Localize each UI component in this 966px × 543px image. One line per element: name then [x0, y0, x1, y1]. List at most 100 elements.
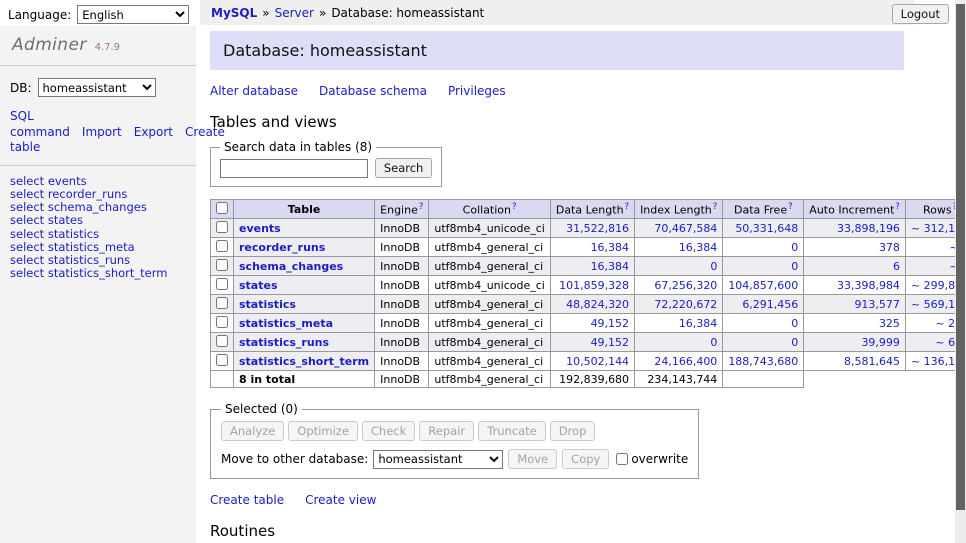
operation-button[interactable]: Check [362, 421, 415, 441]
data-length-link[interactable]: 48,824,320 [566, 298, 629, 311]
sidebar-action-link[interactable]: Export [134, 125, 173, 139]
language-select[interactable]: English [77, 5, 189, 24]
row-checkbox[interactable] [216, 297, 228, 309]
data-length-link[interactable]: 31,522,816 [566, 222, 629, 235]
row-checkbox[interactable] [216, 335, 228, 347]
index-length-link[interactable]: 70,467,584 [654, 222, 717, 235]
table-name-link[interactable]: statistics [239, 298, 296, 311]
vertical-scrollbar[interactable] [955, 0, 966, 543]
data-length-link[interactable]: 16,384 [591, 260, 630, 273]
select-data-link[interactable]: select [10, 253, 44, 267]
table-name-link[interactable]: statistics_short_term [239, 355, 369, 368]
data-free-link[interactable]: 0 [791, 241, 798, 254]
row-checkbox[interactable] [216, 259, 228, 271]
data-length-link[interactable]: 10,502,144 [566, 355, 629, 368]
table-name-link[interactable]: statistics_runs [239, 336, 329, 349]
table-structure-link[interactable]: recorder_runs [48, 187, 128, 201]
auto-increment-link[interactable]: 325 [879, 317, 900, 330]
row-checkbox[interactable] [216, 240, 228, 252]
operation-button[interactable]: Repair [419, 421, 474, 441]
auto-increment-link[interactable]: 6 [893, 260, 900, 273]
data-free-link[interactable]: 0 [791, 336, 798, 349]
auto-increment-link[interactable]: 33,398,984 [837, 279, 900, 292]
search-button[interactable]: Search [375, 158, 433, 178]
auto-increment-link[interactable]: 39,999 [861, 336, 900, 349]
operation-button[interactable]: Truncate [478, 421, 546, 441]
help-link[interactable]: ? [895, 202, 900, 212]
column-header-collation: Collation? [429, 200, 550, 219]
table-name-link[interactable]: statistics_meta [239, 317, 333, 330]
table-name-link[interactable]: schema_changes [239, 260, 343, 273]
select-data-link[interactable]: select [10, 187, 44, 201]
operation-button[interactable]: Drop [550, 421, 596, 441]
table-structure-link[interactable]: schema_changes [48, 200, 147, 214]
breadcrumb-mysql-link[interactable]: MySQL [211, 6, 257, 20]
sidebar-action-link[interactable]: Import [82, 125, 122, 139]
auto-increment-link[interactable]: 8,581,645 [844, 355, 900, 368]
index-length-link[interactable]: 0 [710, 336, 717, 349]
table-structure-link[interactable]: statistics_short_term [48, 266, 168, 280]
create-link[interactable]: Create table [210, 493, 284, 507]
table-name-link[interactable]: events [239, 222, 281, 235]
index-length-link[interactable]: 16,384 [679, 241, 718, 254]
select-data-link[interactable]: select [10, 200, 44, 214]
table-structure-link[interactable]: statistics_runs [48, 253, 130, 267]
select-data-link[interactable]: select [10, 213, 44, 227]
breadcrumb-server-link[interactable]: Server [275, 6, 314, 20]
auto-increment-link[interactable]: 33,898,196 [837, 222, 900, 235]
move-button[interactable]: Move [508, 449, 557, 469]
data-length-link[interactable]: 16,384 [591, 241, 630, 254]
operation-button[interactable]: Optimize [288, 421, 358, 441]
table-structure-link[interactable]: states [48, 213, 83, 227]
row-checkbox[interactable] [216, 278, 228, 290]
help-link[interactable]: ? [625, 202, 630, 212]
db-nav-link[interactable]: Database schema [319, 84, 427, 98]
data-free-link[interactable]: 6,291,456 [742, 298, 798, 311]
row-checkbox[interactable] [216, 221, 228, 233]
help-link[interactable]: ? [788, 202, 793, 212]
index-length-link[interactable]: 16,384 [679, 317, 718, 330]
copy-button[interactable]: Copy [562, 449, 609, 469]
table-name-link[interactable]: recorder_runs [239, 241, 325, 254]
data-free-link[interactable]: 0 [791, 260, 798, 273]
create-link[interactable]: Create view [305, 493, 376, 507]
data-free-link[interactable]: 188,743,680 [728, 355, 798, 368]
data-free-link[interactable]: 50,331,648 [735, 222, 798, 235]
search-input[interactable] [220, 159, 368, 178]
auto-increment-link[interactable]: 913,577 [854, 298, 900, 311]
table-structure-link[interactable]: statistics_meta [48, 240, 135, 254]
sidebar-action-link[interactable]: SQL command [10, 109, 70, 139]
adminer-logo-link[interactable]: Adminer 4.7.9 [12, 35, 120, 55]
select-data-link[interactable]: select [10, 266, 44, 280]
data-free-link[interactable]: 104,857,600 [728, 279, 798, 292]
db-select[interactable]: homeassistant [38, 78, 156, 97]
data-free-link[interactable]: 0 [791, 317, 798, 330]
auto-increment-link[interactable]: 378 [879, 241, 900, 254]
table-structure-link[interactable]: statistics [48, 227, 99, 241]
db-nav-link[interactable]: Privileges [448, 84, 506, 98]
table-name-link[interactable]: states [239, 279, 278, 292]
data-length-link[interactable]: 49,152 [591, 336, 630, 349]
row-checkbox[interactable] [216, 316, 228, 328]
row-checkbox[interactable] [216, 354, 228, 366]
select-data-link[interactable]: select [10, 174, 44, 188]
logout-button[interactable]: Logout [892, 4, 949, 24]
select-data-link[interactable]: select [10, 227, 44, 241]
index-length-link[interactable]: 0 [710, 260, 717, 273]
help-link[interactable]: ? [419, 202, 424, 212]
overwrite-checkbox[interactable] [616, 453, 628, 465]
data-length-link[interactable]: 101,859,328 [559, 279, 629, 292]
select-data-link[interactable]: select [10, 240, 44, 254]
index-length-link[interactable]: 67,256,320 [654, 279, 717, 292]
move-db-select[interactable]: homeassistant [373, 450, 503, 469]
operation-button[interactable]: Analyze [221, 421, 284, 441]
data-length-link[interactable]: 49,152 [591, 317, 630, 330]
table-structure-link[interactable]: events [48, 174, 87, 188]
help-link[interactable]: ? [512, 202, 517, 212]
db-nav-link[interactable]: Alter database [210, 84, 298, 98]
index-length-link[interactable]: 72,220,672 [654, 298, 717, 311]
index-length-link[interactable]: 24,166,400 [654, 355, 717, 368]
help-link[interactable]: ? [713, 202, 718, 212]
scrollbar-thumb[interactable] [956, 4, 965, 510]
select-all-checkbox[interactable] [216, 202, 228, 214]
